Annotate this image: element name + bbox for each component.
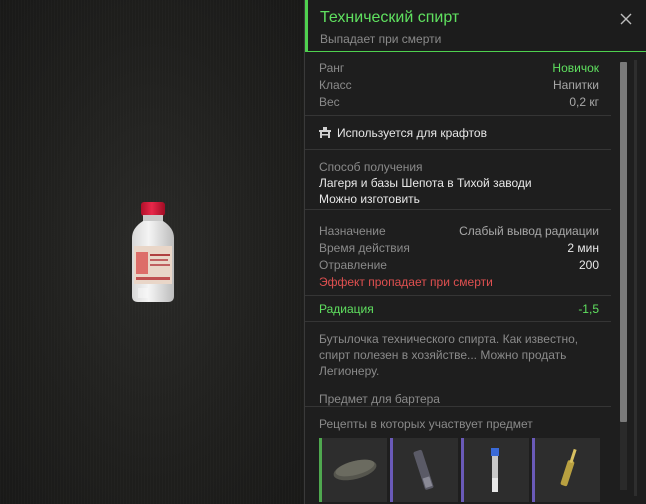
radiation-label: Радиация: [319, 301, 374, 316]
recipe-slot[interactable]: [319, 438, 387, 502]
obtain-label: Способ получения: [319, 160, 423, 174]
obtain-line: Можно изготовить: [319, 192, 420, 206]
item-subtitle: Выпадает при смерти: [320, 32, 442, 46]
barter-label: Предмет для бартера: [319, 392, 440, 406]
recipes-list: [319, 438, 600, 502]
workbench-icon: [319, 127, 331, 138]
effect-warning: Эффект пропадает при смерти: [319, 275, 493, 289]
effect-value: 2 мин: [567, 241, 599, 255]
item-description: Бутылочка технического спирта. Как извес…: [319, 332, 579, 378]
effect-row-duration: Время действия 2 мин: [319, 240, 599, 257]
stat-label: Вес: [319, 95, 340, 109]
effect-label: Время действия: [319, 241, 410, 255]
stat-label: Ранг: [319, 61, 345, 75]
craft-section: Используется для крафтов: [305, 116, 611, 150]
stat-value: Напитки: [553, 78, 599, 92]
effect-value: 200: [578, 258, 599, 272]
radiation-section: Радиация -1,5: [305, 296, 611, 322]
stat-row-class: Класс Напитки: [319, 77, 599, 94]
effect-label: Отравление: [319, 258, 387, 272]
effect-row-poison: Отравление 200: [319, 257, 599, 274]
obtain-line: Лагеря и базы Шепота в Тихой заводи: [319, 176, 532, 190]
radiation-value: -1,5: [578, 301, 599, 316]
alcohol-bottle-icon: [132, 202, 174, 302]
stat-row-weight: Вес 0,2 кг: [319, 94, 599, 111]
vial-icon: [491, 448, 499, 492]
ampoule-icon: [560, 448, 577, 487]
stat-row-rank: Ранг Новичок: [319, 60, 599, 77]
effect-row-purpose: Назначение Слабый вывод радиации: [319, 223, 599, 240]
description-section: Бутылочка технического спирта. Как извес…: [305, 322, 611, 407]
effect-value: Слабый вывод радиации: [459, 224, 599, 238]
close-icon[interactable]: [619, 12, 633, 26]
recipe-slot[interactable]: [532, 438, 600, 502]
item-preview-area: [0, 0, 304, 504]
recipe-slot[interactable]: [390, 438, 458, 502]
panel-header: Технический спирт Выпадает при смерти: [305, 0, 646, 52]
recipes-label: Рецепты в которых участвует предмет: [319, 417, 533, 431]
effect-label: Назначение: [319, 224, 386, 238]
soap-bar-icon: [333, 459, 377, 481]
item-details-panel: Технический спирт Выпадает при смерти Ра…: [304, 0, 646, 504]
panel-edge: [634, 60, 637, 496]
stats-section: Ранг Новичок Класс Напитки Вес 0,2 кг: [305, 54, 611, 116]
item-title: Технический спирт: [320, 9, 460, 26]
stat-label: Класс: [319, 78, 352, 92]
effects-section: Назначение Слабый вывод радиации Время д…: [305, 210, 611, 296]
syringe-icon: [413, 449, 434, 490]
stat-value: Новичок: [552, 61, 599, 75]
craft-label: Используется для крафтов: [337, 125, 487, 140]
obtain-section: Способ получения Лагеря и базы Шепота в …: [305, 150, 611, 210]
recipe-slot[interactable]: [461, 438, 529, 502]
details-content: Ранг Новичок Класс Напитки Вес 0,2 кг Ис…: [305, 54, 611, 504]
scrollbar-thumb[interactable]: [620, 62, 627, 422]
recipes-section: Рецепты в которых участвует предмет: [305, 407, 611, 502]
stat-value: 0,2 кг: [569, 95, 599, 109]
